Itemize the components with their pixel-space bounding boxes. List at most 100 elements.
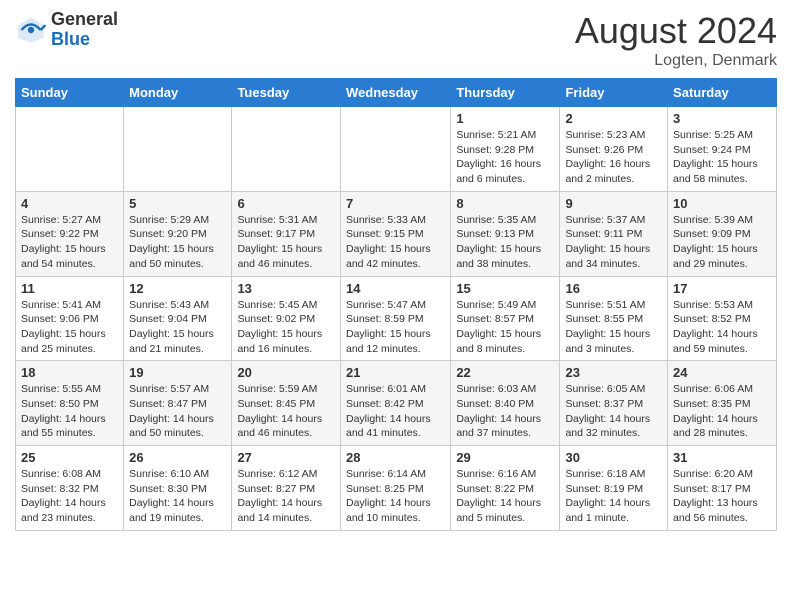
calendar-cell: 14 Sunrise: 5:47 AM Sunset: 8:59 PM Dayli… bbox=[340, 276, 450, 361]
day-info: Sunrise: 5:57 AM Sunset: 8:47 PM Dayligh… bbox=[129, 382, 226, 441]
day-number: 11 bbox=[21, 281, 118, 296]
day-info: Sunrise: 5:55 AM Sunset: 8:50 PM Dayligh… bbox=[21, 382, 118, 441]
calendar-cell bbox=[124, 107, 232, 192]
calendar-cell: 25 Sunrise: 6:08 AM Sunset: 8:32 PM Dayli… bbox=[16, 446, 124, 531]
day-number: 6 bbox=[237, 196, 335, 211]
weekday-header-thursday: Thursday bbox=[451, 79, 560, 107]
page-header: General Blue August 2024 Logten, Denmark bbox=[15, 10, 777, 70]
day-number: 15 bbox=[456, 281, 554, 296]
day-info: Sunrise: 5:23 AM Sunset: 9:26 PM Dayligh… bbox=[565, 128, 662, 187]
calendar-cell: 7Sunrise: 5:33 AM Sunset: 9:15 PM Daylig… bbox=[340, 191, 450, 276]
day-number: 3 bbox=[673, 111, 771, 126]
day-info: Sunrise: 6:20 AM Sunset: 8:17 PM Dayligh… bbox=[673, 467, 771, 526]
calendar-cell: 28Sunrise: 6:14 AM Sunset: 8:25 PM Dayli… bbox=[340, 446, 450, 531]
day-info: Sunrise: 6:08 AM Sunset: 8:32 PM Dayligh… bbox=[21, 467, 118, 526]
logo: General Blue bbox=[15, 10, 118, 50]
day-info: Sunrise: 6:16 AM Sunset: 8:22 PM Dayligh… bbox=[456, 467, 554, 526]
logo-general-text: General bbox=[51, 10, 118, 30]
calendar-week-4: 18 Sunrise: 5:55 AM Sunset: 8:50 PM Dayli… bbox=[16, 361, 777, 446]
day-info: Sunrise: 5:59 AM Sunset: 8:45 PM Dayligh… bbox=[237, 382, 335, 441]
weekday-header-friday: Friday bbox=[560, 79, 668, 107]
calendar-cell: 23 Sunrise: 6:05 AM Sunset: 8:37 PM Dayli… bbox=[560, 361, 668, 446]
day-number: 21 bbox=[346, 365, 445, 380]
day-info: Sunrise: 5:49 AM Sunset: 8:57 PM Dayligh… bbox=[456, 298, 554, 357]
day-number: 14 bbox=[346, 281, 445, 296]
day-number: 28 bbox=[346, 450, 445, 465]
day-number: 13 bbox=[237, 281, 335, 296]
day-number: 4 bbox=[21, 196, 118, 211]
logo-blue-text: Blue bbox=[51, 30, 118, 50]
day-number: 24 bbox=[673, 365, 771, 380]
calendar-cell: 8Sunrise: 5:35 AM Sunset: 9:13 PM Daylig… bbox=[451, 191, 560, 276]
weekday-header-monday: Monday bbox=[124, 79, 232, 107]
day-info: Sunrise: 5:27 AM Sunset: 9:22 PM Dayligh… bbox=[21, 213, 118, 272]
calendar-table: SundayMondayTuesdayWednesdayThursdayFrid… bbox=[15, 78, 777, 531]
day-info: Sunrise: 5:43 AM Sunset: 9:04 PM Dayligh… bbox=[129, 298, 226, 357]
day-info: Sunrise: 5:37 AM Sunset: 9:11 PM Dayligh… bbox=[565, 213, 662, 272]
day-info: Sunrise: 5:25 AM Sunset: 9:24 PM Dayligh… bbox=[673, 128, 771, 187]
day-info: Sunrise: 5:45 AM Sunset: 9:02 PM Dayligh… bbox=[237, 298, 335, 357]
day-number: 20 bbox=[237, 365, 335, 380]
day-info: Sunrise: 6:05 AM Sunset: 8:37 PM Dayligh… bbox=[565, 382, 662, 441]
day-number: 5 bbox=[129, 196, 226, 211]
day-info: Sunrise: 6:03 AM Sunset: 8:40 PM Dayligh… bbox=[456, 382, 554, 441]
day-number: 30 bbox=[565, 450, 662, 465]
calendar-cell: 17Sunrise: 5:53 AM Sunset: 8:52 PM Dayli… bbox=[668, 276, 777, 361]
day-number: 29 bbox=[456, 450, 554, 465]
calendar-cell: 3 Sunrise: 5:25 AM Sunset: 9:24 PM Daylig… bbox=[668, 107, 777, 192]
title-block: August 2024 Logten, Denmark bbox=[575, 10, 777, 70]
day-info: Sunrise: 5:35 AM Sunset: 9:13 PM Dayligh… bbox=[456, 213, 554, 272]
day-number: 19 bbox=[129, 365, 226, 380]
calendar-cell: 4 Sunrise: 5:27 AM Sunset: 9:22 PM Daylig… bbox=[16, 191, 124, 276]
weekday-header-tuesday: Tuesday bbox=[232, 79, 341, 107]
calendar-cell: 5 Sunrise: 5:29 AM Sunset: 9:20 PM Daylig… bbox=[124, 191, 232, 276]
calendar-cell: 30 Sunrise: 6:18 AM Sunset: 8:19 PM Dayli… bbox=[560, 446, 668, 531]
day-info: Sunrise: 5:51 AM Sunset: 8:55 PM Dayligh… bbox=[565, 298, 662, 357]
day-info: Sunrise: 6:18 AM Sunset: 8:19 PM Dayligh… bbox=[565, 467, 662, 526]
calendar-week-5: 25 Sunrise: 6:08 AM Sunset: 8:32 PM Dayli… bbox=[16, 446, 777, 531]
day-number: 12 bbox=[129, 281, 226, 296]
day-info: Sunrise: 6:10 AM Sunset: 8:30 PM Dayligh… bbox=[129, 467, 226, 526]
calendar-cell: 26 Sunrise: 6:10 AM Sunset: 8:30 PM Dayli… bbox=[124, 446, 232, 531]
calendar-cell: 31 Sunrise: 6:20 AM Sunset: 8:17 PM Dayli… bbox=[668, 446, 777, 531]
calendar-cell: 1 Sunrise: 5:21 AM Sunset: 9:28 PM Daylig… bbox=[451, 107, 560, 192]
day-info: Sunrise: 5:29 AM Sunset: 9:20 PM Dayligh… bbox=[129, 213, 226, 272]
weekday-header-saturday: Saturday bbox=[668, 79, 777, 107]
calendar-cell bbox=[232, 107, 341, 192]
location: Logten, Denmark bbox=[575, 52, 777, 70]
day-number: 23 bbox=[565, 365, 662, 380]
day-number: 25 bbox=[21, 450, 118, 465]
calendar-cell: 15 Sunrise: 5:49 AM Sunset: 8:57 PM Dayli… bbox=[451, 276, 560, 361]
day-info: Sunrise: 5:47 AM Sunset: 8:59 PM Dayligh… bbox=[346, 298, 445, 357]
month-year: August 2024 bbox=[575, 10, 777, 52]
calendar-cell bbox=[340, 107, 450, 192]
calendar-cell: 2Sunrise: 5:23 AM Sunset: 9:26 PM Daylig… bbox=[560, 107, 668, 192]
calendar-cell: 16 Sunrise: 5:51 AM Sunset: 8:55 PM Dayli… bbox=[560, 276, 668, 361]
day-number: 10 bbox=[673, 196, 771, 211]
calendar-cell: 11Sunrise: 5:41 AM Sunset: 9:06 PM Dayli… bbox=[16, 276, 124, 361]
day-number: 17 bbox=[673, 281, 771, 296]
day-info: Sunrise: 5:21 AM Sunset: 9:28 PM Dayligh… bbox=[456, 128, 554, 187]
calendar-cell: 20 Sunrise: 5:59 AM Sunset: 8:45 PM Dayli… bbox=[232, 361, 341, 446]
day-number: 16 bbox=[565, 281, 662, 296]
day-number: 18 bbox=[21, 365, 118, 380]
day-number: 7 bbox=[346, 196, 445, 211]
calendar-cell: 18 Sunrise: 5:55 AM Sunset: 8:50 PM Dayli… bbox=[16, 361, 124, 446]
calendar-cell: 21Sunrise: 6:01 AM Sunset: 8:42 PM Dayli… bbox=[340, 361, 450, 446]
calendar-cell: 29 Sunrise: 6:16 AM Sunset: 8:22 PM Dayli… bbox=[451, 446, 560, 531]
calendar-cell: 22Sunrise: 6:03 AM Sunset: 8:40 PM Dayli… bbox=[451, 361, 560, 446]
calendar-cell: 24 Sunrise: 6:06 AM Sunset: 8:35 PM Dayli… bbox=[668, 361, 777, 446]
calendar-week-2: 4 Sunrise: 5:27 AM Sunset: 9:22 PM Daylig… bbox=[16, 191, 777, 276]
day-number: 1 bbox=[456, 111, 554, 126]
day-number: 31 bbox=[673, 450, 771, 465]
day-number: 26 bbox=[129, 450, 226, 465]
day-info: Sunrise: 6:06 AM Sunset: 8:35 PM Dayligh… bbox=[673, 382, 771, 441]
day-number: 9 bbox=[565, 196, 662, 211]
calendar-cell: 19 Sunrise: 5:57 AM Sunset: 8:47 PM Dayli… bbox=[124, 361, 232, 446]
calendar-week-1: 1 Sunrise: 5:21 AM Sunset: 9:28 PM Daylig… bbox=[16, 107, 777, 192]
calendar-week-3: 11Sunrise: 5:41 AM Sunset: 9:06 PM Dayli… bbox=[16, 276, 777, 361]
weekday-header-wednesday: Wednesday bbox=[340, 79, 450, 107]
calendar-cell: 9 Sunrise: 5:37 AM Sunset: 9:11 PM Daylig… bbox=[560, 191, 668, 276]
day-info: Sunrise: 6:12 AM Sunset: 8:27 PM Dayligh… bbox=[237, 467, 335, 526]
calendar-cell bbox=[16, 107, 124, 192]
